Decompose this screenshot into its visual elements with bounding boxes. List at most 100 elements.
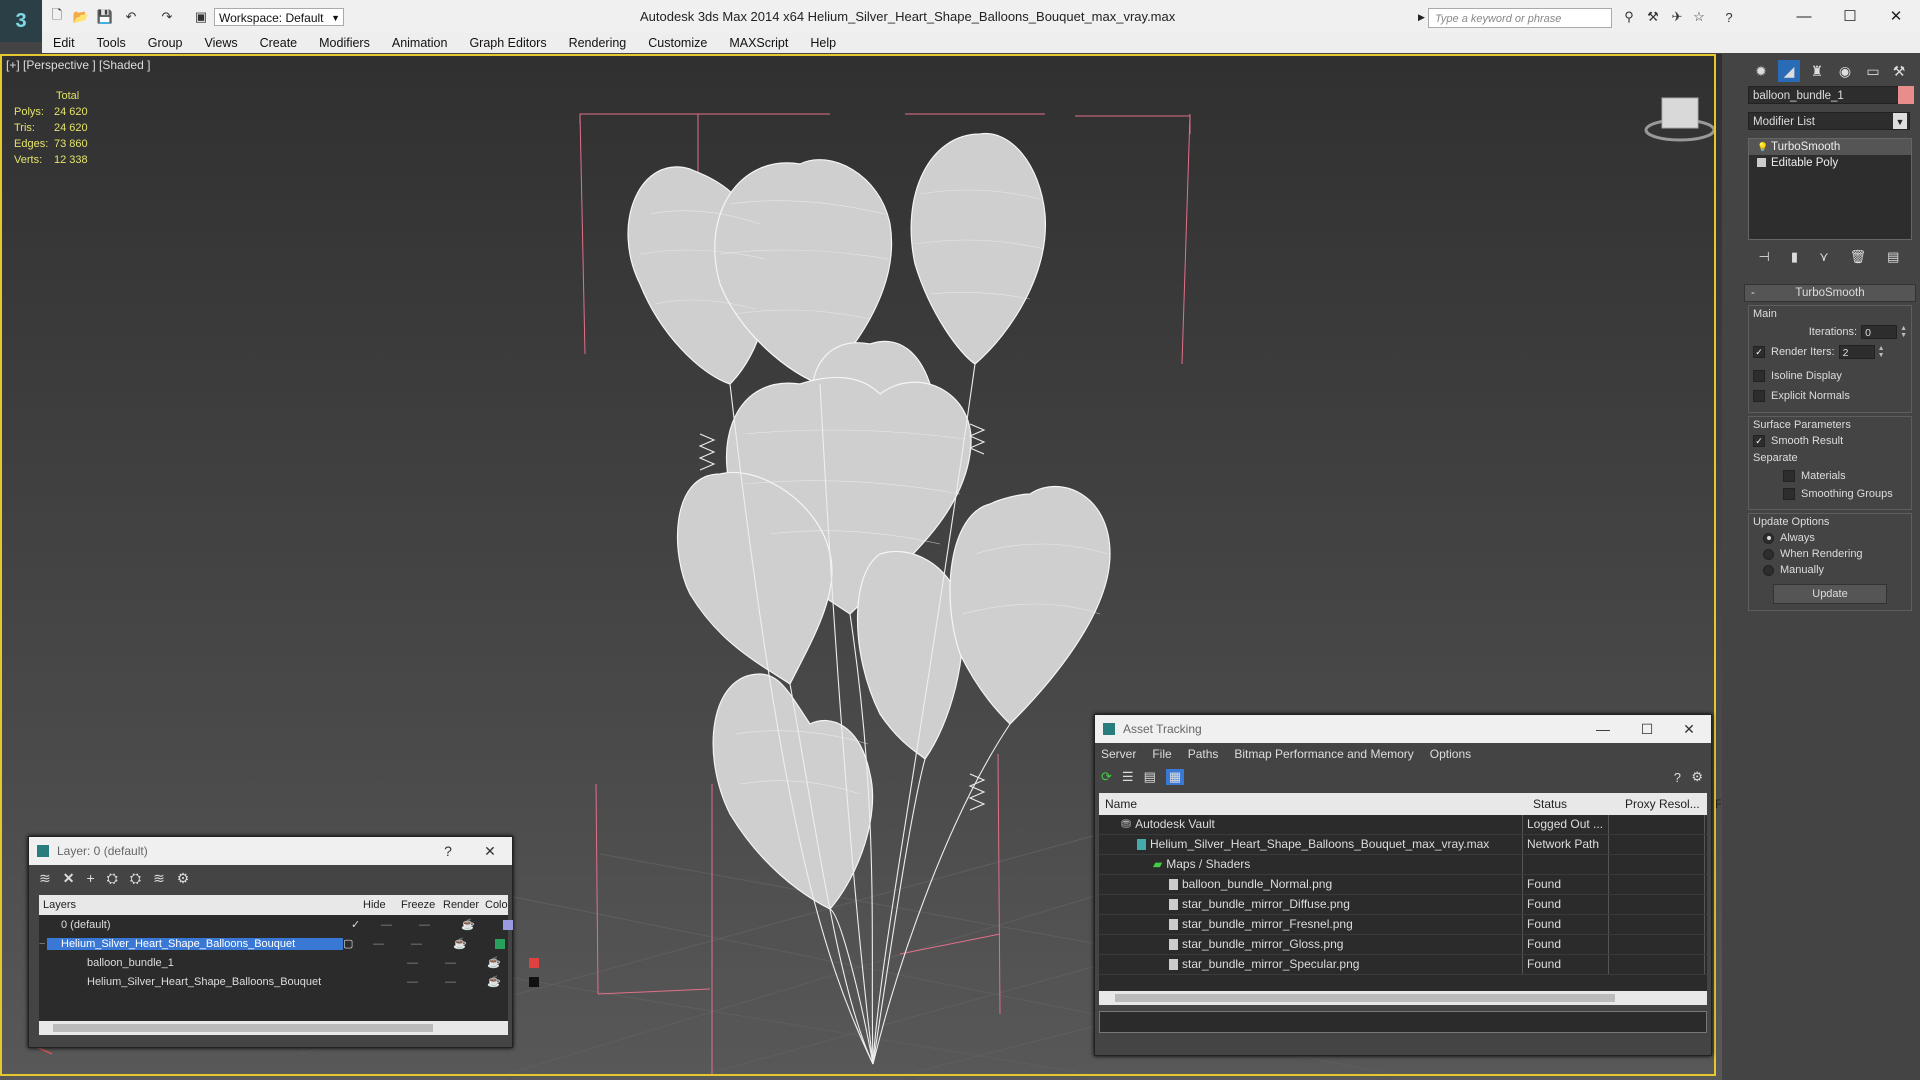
freeze-toggle[interactable]: — — [445, 957, 487, 969]
display-tab-icon[interactable]: ▭ — [1862, 60, 1884, 82]
horizontal-scrollbar[interactable] — [1099, 991, 1707, 1005]
stack-item-turbosmooth[interactable]: 💡 TurboSmooth — [1749, 139, 1911, 155]
current-layer-box[interactable]: ▢ — [343, 937, 373, 950]
layer-object-name[interactable]: Helium_Silver_Heart_Shape_Balloons_Bouqu… — [39, 976, 377, 988]
asset-row[interactable]: star_bundle_mirror_Diffuse.png Found — [1099, 895, 1707, 915]
horizontal-scrollbar[interactable] — [39, 1021, 508, 1035]
render-iters-spinner[interactable]: 2 — [1838, 345, 1875, 359]
col-hide[interactable]: Hide — [363, 899, 401, 911]
minimize-icon[interactable]: — — [1583, 715, 1623, 743]
layer-row[interactable]: − Helium_Silver_Heart_Shape_Balloons_Bou… — [39, 934, 508, 953]
configure-modifier-sets-icon[interactable]: ▤ — [1887, 249, 1899, 265]
asset-row[interactable]: ▰ Maps / Shaders — [1099, 855, 1707, 875]
layer-row[interactable]: Helium_Silver_Heart_Shape_Balloons_Bouqu… — [39, 972, 539, 991]
motion-tab-icon[interactable]: ◉ — [1834, 60, 1856, 82]
search-input[interactable]: Type a keyword or phrase — [1428, 8, 1612, 28]
stack-item-editable-poly[interactable]: Editable Poly — [1749, 155, 1911, 171]
modifier-list-dropdown[interactable]: Modifier List ▼ — [1748, 112, 1910, 130]
rollout-header[interactable]: - TurboSmooth — [1744, 284, 1916, 302]
hide-toggle[interactable]: — — [407, 957, 445, 969]
render-teapot-icon[interactable]: ☕ — [487, 956, 529, 969]
list-view-icon[interactable]: ☰ — [1122, 769, 1134, 785]
render-iters-checkbox[interactable]: ✓ — [1753, 346, 1765, 358]
pin-stack-icon[interactable]: ⊣ — [1759, 249, 1770, 265]
asset-menu-bitmap[interactable]: Bitmap Performance and Memory — [1234, 747, 1413, 761]
layer-name[interactable]: 0 (default) — [39, 919, 351, 931]
utilities-tab-icon[interactable]: ⚒ — [1888, 60, 1910, 82]
spinner-arrows-icon[interactable]: ▲ ▼ — [1900, 325, 1907, 339]
tree-view-icon[interactable]: ▤ — [1144, 769, 1156, 785]
hide-all-icon[interactable]: ≋ — [153, 870, 165, 887]
subscription-icon[interactable]: ⚒ — [1644, 8, 1662, 26]
layer-row[interactable]: balloon_bundle_1 — — ☕ — [39, 953, 539, 972]
layer-window-titlebar[interactable]: Layer: 0 (default) ? ✕ — [29, 837, 512, 865]
viewcube-icon[interactable] — [1644, 97, 1716, 142]
hide-toggle[interactable]: — — [407, 976, 445, 988]
communication-icon[interactable]: ✈ — [1668, 8, 1686, 26]
smoothing-groups-checkbox[interactable] — [1783, 488, 1795, 500]
layer-object-name[interactable]: balloon_bundle_1 — [39, 957, 377, 969]
asset-menu-server[interactable]: Server — [1101, 747, 1136, 761]
asset-row[interactable]: balloon_bundle_Normal.png Found — [1099, 875, 1707, 895]
object-name-field[interactable]: balloon_bundle_1 — [1748, 86, 1900, 104]
maximize-icon[interactable]: ☐ — [1627, 715, 1667, 743]
undo-icon[interactable]: ↶ — [122, 8, 140, 26]
menu-modifiers[interactable]: Modifiers — [308, 36, 381, 50]
layer-color-swatch[interactable] — [529, 957, 539, 968]
iterations-spinner[interactable]: 0 — [1861, 325, 1898, 339]
scrollbar-thumb[interactable] — [1115, 994, 1615, 1002]
favorites-icon[interactable]: ☆ — [1690, 8, 1708, 26]
when-rendering-radio[interactable] — [1763, 548, 1774, 560]
remove-modifier-icon[interactable]: 🗑 — [1850, 249, 1867, 265]
asset-menu-paths[interactable]: Paths — [1188, 747, 1219, 761]
search-expand-icon[interactable]: ▶ — [1418, 12, 1425, 23]
new-file-icon[interactable]: 🗋 — [48, 7, 66, 26]
menu-customize[interactable]: Customize — [637, 36, 718, 50]
materials-checkbox[interactable] — [1783, 470, 1795, 482]
asset-row[interactable]: ⛃ Autodesk Vault Logged Out ... — [1099, 815, 1707, 835]
menu-group[interactable]: Group — [137, 36, 194, 50]
freeze-toggle[interactable]: — — [411, 938, 453, 950]
menu-graph-editors[interactable]: Graph Editors — [458, 36, 557, 50]
asset-menu-options[interactable]: Options — [1430, 747, 1471, 761]
delete-layer-icon[interactable]: ✕ — [63, 870, 75, 887]
minimize-icon[interactable]: — — [1784, 4, 1824, 28]
menu-animation[interactable]: Animation — [381, 36, 459, 50]
hierarchy-tab-icon[interactable]: ♜ — [1806, 60, 1828, 82]
add-layer-icon[interactable]: + — [86, 870, 94, 886]
refresh-icon[interactable]: ⟳ — [1101, 769, 1112, 785]
menu-create[interactable]: Create — [249, 36, 309, 50]
layer-color-swatch[interactable] — [503, 919, 513, 930]
maximize-icon[interactable]: ☐ — [1830, 4, 1870, 28]
col-color[interactable]: Colo — [485, 899, 509, 911]
scrollbar-thumb[interactable] — [53, 1024, 433, 1032]
col-f[interactable]: F — [1715, 797, 1721, 811]
settings-icon[interactable]: ⚙ — [1691, 769, 1703, 785]
project-folder-icon[interactable]: ▣ — [192, 8, 210, 26]
close-icon[interactable]: ✕ — [1876, 4, 1916, 28]
layer-help-button[interactable]: ? — [428, 837, 468, 865]
render-teapot-icon[interactable]: ☕ — [487, 975, 529, 988]
save-icon[interactable]: 💾 — [96, 8, 114, 26]
current-layer-check[interactable]: ✓ — [351, 918, 381, 931]
freeze-all-icon[interactable]: ⚙ — [177, 870, 190, 887]
modify-tab-icon[interactable]: ◢ — [1778, 60, 1800, 82]
select-objects-icon[interactable]: ⛭ — [107, 870, 118, 887]
spinner-arrows-icon[interactable]: ▲ ▼ — [1878, 345, 1885, 359]
layer-name[interactable]: Helium_Silver_Heart_Shape_Balloons_Bouqu… — [47, 937, 343, 950]
menu-help[interactable]: Help — [799, 36, 847, 50]
manually-radio[interactable] — [1763, 564, 1774, 576]
menu-edit[interactable]: Edit — [42, 36, 86, 50]
update-button[interactable]: Update — [1773, 584, 1887, 604]
layers-icon[interactable]: ≋ — [39, 870, 51, 887]
layer-color-swatch[interactable] — [495, 938, 505, 949]
col-proxy[interactable]: Proxy Resol... — [1619, 797, 1715, 811]
show-end-result-icon[interactable]: ▮ — [1791, 249, 1798, 265]
smooth-result-checkbox[interactable]: ✓ — [1753, 435, 1765, 447]
menu-tools[interactable]: Tools — [86, 36, 137, 50]
help-icon[interactable]: ? — [1674, 770, 1681, 785]
freeze-toggle[interactable]: — — [419, 919, 461, 931]
open-file-icon[interactable]: 📂 — [72, 8, 90, 26]
make-unique-icon[interactable]: ⋎ — [1819, 249, 1829, 265]
render-teapot-icon[interactable]: ☕ — [461, 918, 503, 931]
